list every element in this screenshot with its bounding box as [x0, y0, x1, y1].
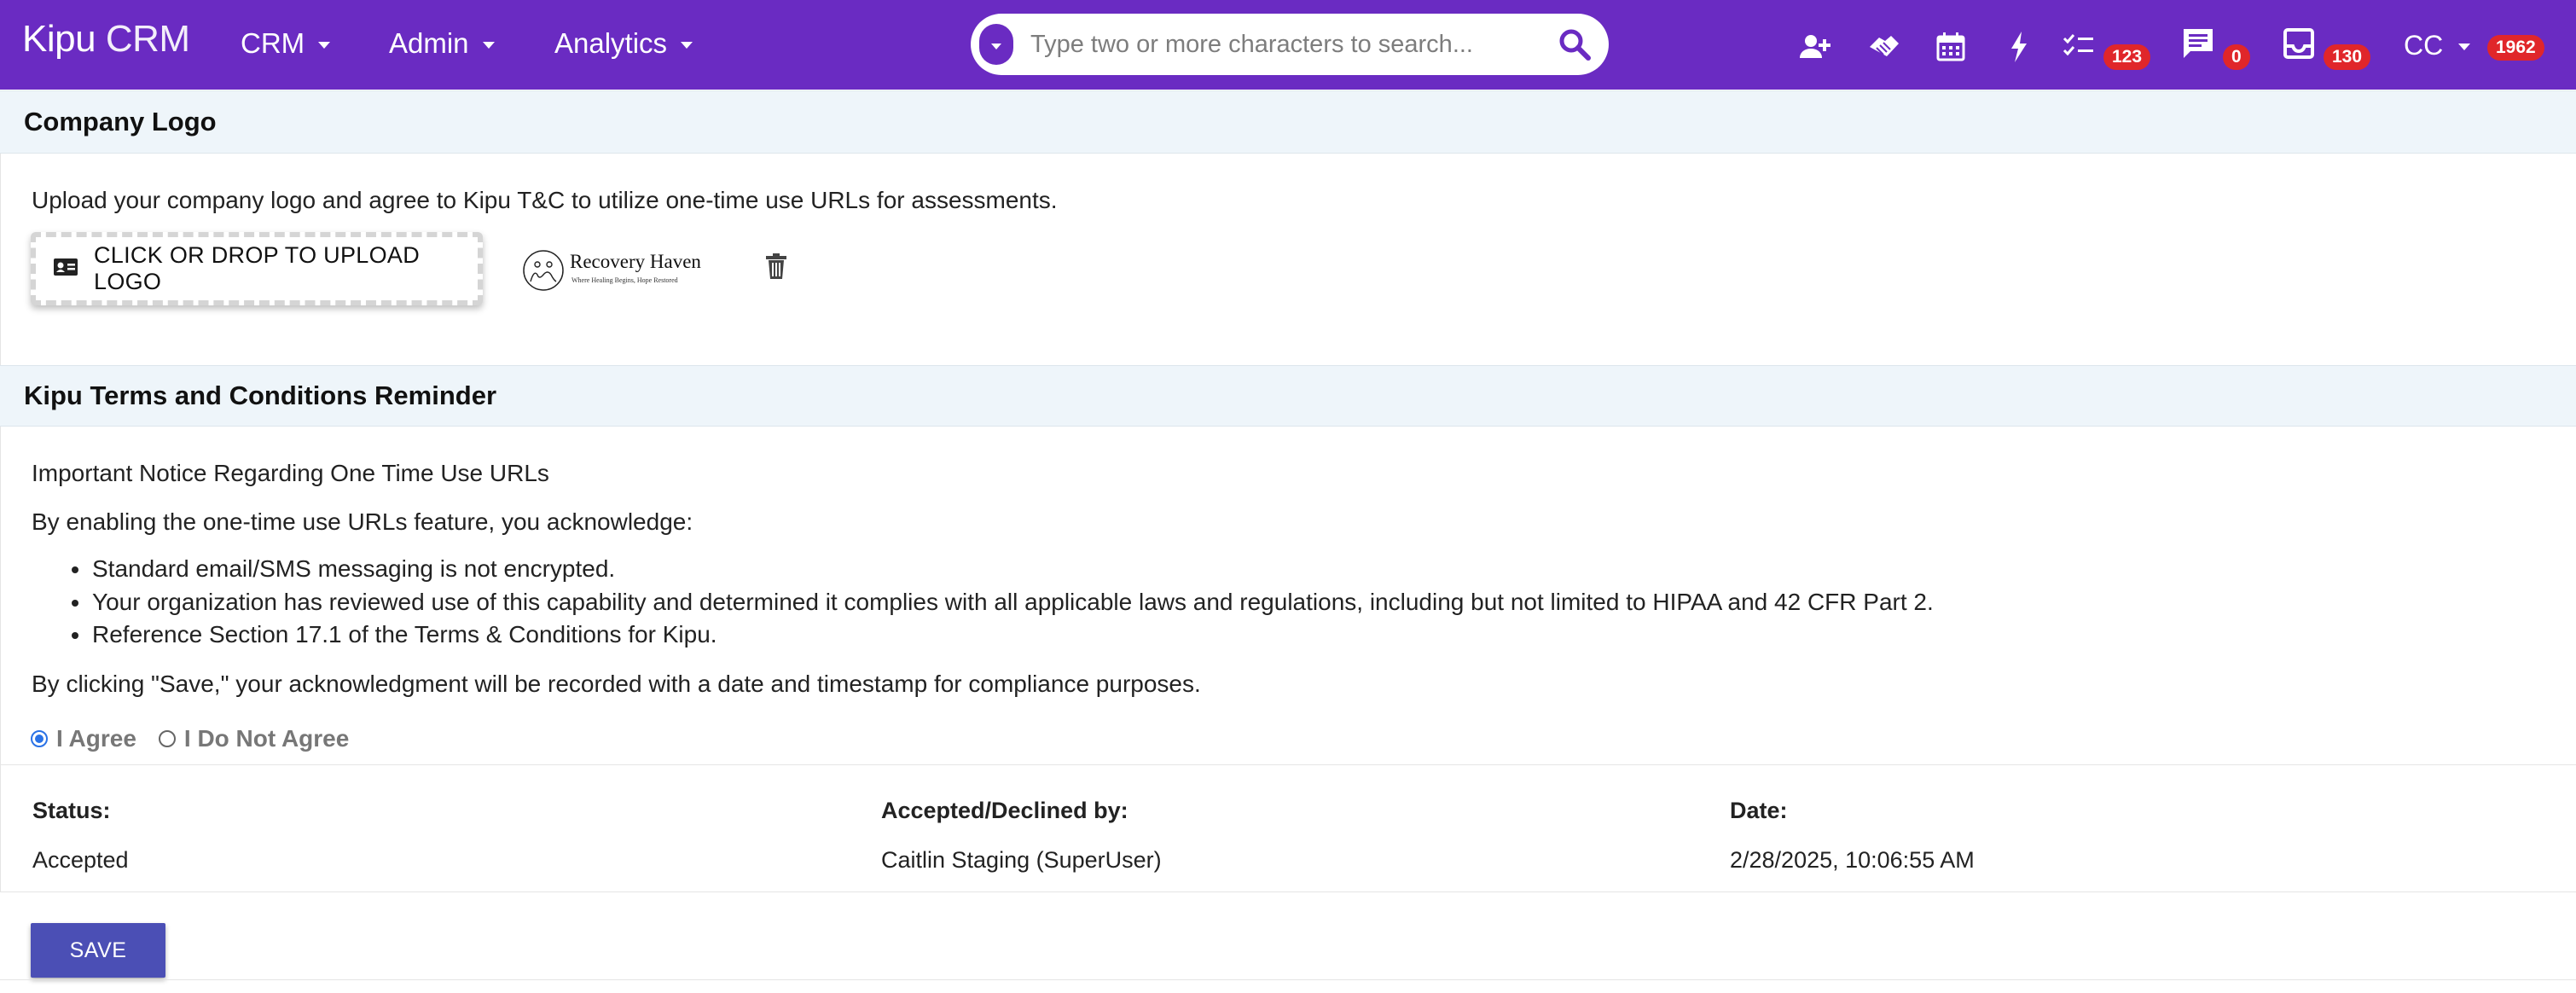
delete-logo-trash-icon[interactable]	[764, 253, 788, 280]
chevron-down-icon	[482, 42, 495, 49]
inbox-badge: 130	[2324, 44, 2371, 70]
terms-bullet-list: Standard email/SMS messaging is not encr…	[49, 553, 1934, 652]
id-card-icon	[53, 257, 78, 282]
chevron-down-icon	[681, 42, 693, 49]
user-menu[interactable]: CC	[2404, 24, 2471, 67]
logo-upload-dropzone[interactable]: CLICK OR DROP TO UPLOAD LOGO	[31, 232, 483, 305]
date-value: 2/28/2025, 10:06:55 AM	[1730, 847, 1975, 873]
chat-icon[interactable]	[2180, 26, 2216, 61]
search-input[interactable]	[1030, 26, 1534, 63]
nav-crm-label: CRM	[241, 27, 305, 59]
terms-intro: By enabling the one-time use URLs featur…	[32, 508, 693, 535]
chevron-down-icon	[2458, 44, 2471, 50]
terms-notice-title: Important Notice Regarding One Time Use …	[32, 460, 549, 486]
top-navbar: Kipu CRM CRM Admin Analytics 123	[0, 0, 2576, 90]
list-item: Your organization has reviewed use of th…	[49, 586, 1934, 619]
kipu-crm-logo[interactable]: Kipu CRM	[22, 15, 190, 63]
date-header: Date:	[1730, 798, 1788, 823]
agree-radio[interactable]	[31, 730, 48, 747]
agreement-radio-group: I Agree I Do Not Agree	[31, 725, 349, 752]
handshake-icon[interactable]	[1866, 29, 1902, 65]
calendar-icon[interactable]	[1933, 29, 1969, 65]
product-name: CRM	[105, 18, 190, 60]
brand-name: Kipu	[22, 18, 96, 60]
lightning-icon[interactable]	[2001, 29, 2037, 65]
global-search	[971, 14, 1609, 75]
list-item: Reference Section 17.1 of the Terms & Co…	[49, 618, 1934, 652]
agree-label[interactable]: I Agree	[56, 725, 136, 752]
accepted-by-header: Accepted/Declined by:	[881, 798, 1128, 823]
upload-label: CLICK OR DROP TO UPLOAD LOGO	[94, 242, 420, 294]
save-button[interactable]: SAVE	[31, 923, 165, 978]
chevron-down-icon	[318, 42, 331, 49]
company-logo-description: Upload your company logo and agree to Ki…	[32, 187, 1058, 213]
divider	[0, 979, 2576, 980]
company-logo-heading: Company Logo	[0, 90, 2576, 154]
accepted-by-value: Caitlin Staging (SuperUser)	[881, 847, 1162, 873]
disagree-radio[interactable]	[158, 730, 176, 747]
recovery-haven-emblem-icon	[523, 250, 564, 291]
nav-crm[interactable]: CRM	[241, 22, 331, 65]
user-initials: CC	[2404, 30, 2444, 61]
search-scope-dropdown[interactable]	[979, 24, 1013, 65]
terms-save-note: By clicking "Save," your acknowledgment …	[32, 671, 1201, 697]
disagree-label[interactable]: I Do Not Agree	[184, 725, 349, 752]
company-logo-image: Recovery Haven Where Healing Begins, Hop…	[522, 246, 710, 295]
chevron-down-icon	[991, 43, 1001, 49]
inbox-icon[interactable]	[2281, 26, 2317, 61]
nav-admin-label: Admin	[389, 27, 469, 59]
add-user-icon[interactable]	[1796, 29, 1832, 65]
search-icon[interactable]	[1558, 27, 1592, 61]
status-value: Accepted	[32, 847, 129, 873]
nav-admin[interactable]: Admin	[389, 22, 495, 65]
list-item: Standard email/SMS messaging is not encr…	[49, 553, 1934, 586]
nav-analytics[interactable]: Analytics	[554, 22, 693, 65]
terms-heading: Kipu Terms and Conditions Reminder	[0, 365, 2576, 427]
logo-tagline: Where Healing Begins, Hope Restored	[571, 276, 678, 284]
chat-badge: 0	[2223, 44, 2250, 70]
status-header: Status:	[32, 798, 111, 823]
tasks-badge: 123	[2103, 44, 2151, 70]
nav-analytics-label: Analytics	[554, 27, 668, 59]
tasks-icon[interactable]	[2061, 29, 2097, 65]
user-badge: 1962	[2487, 35, 2544, 61]
logo-company-name: Recovery Haven	[570, 251, 701, 272]
acceptance-status-table: Status: Accepted Accepted/Declined by: C…	[0, 764, 2576, 892]
